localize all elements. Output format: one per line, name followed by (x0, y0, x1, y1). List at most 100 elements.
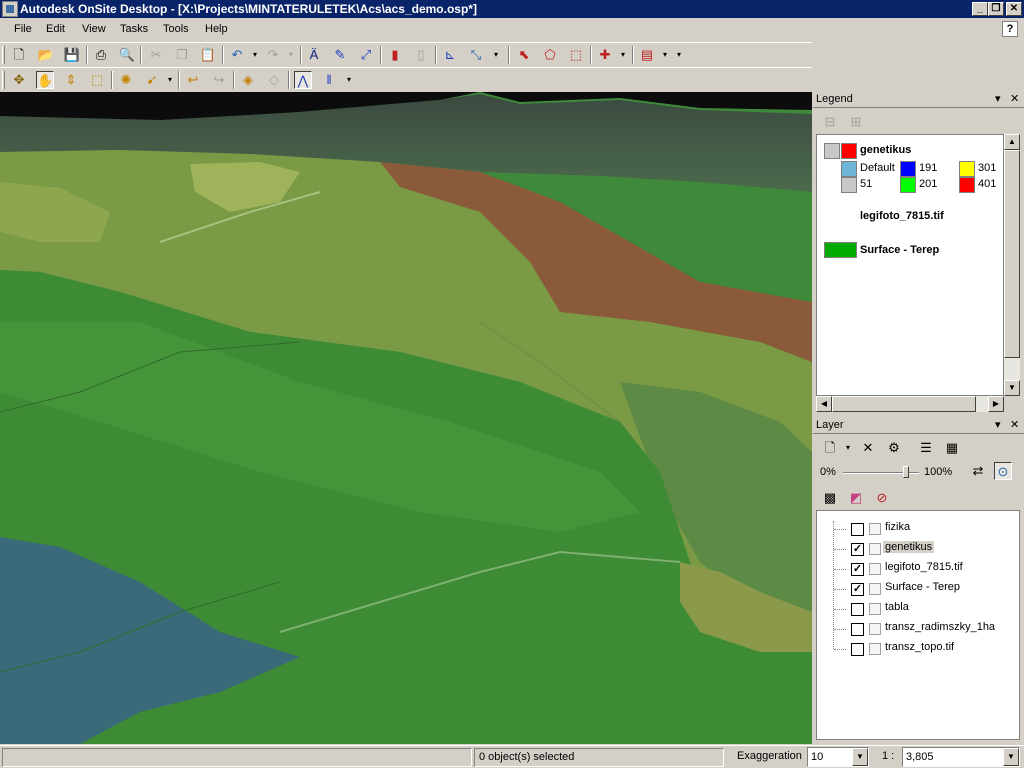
layer-visibility-checkbox[interactable]: ✓ (851, 563, 864, 576)
layer-visibility-checkbox[interactable] (851, 603, 864, 616)
scroll-thumb[interactable] (832, 396, 976, 412)
scroll-thumb[interactable] (1004, 150, 1020, 358)
measure-dropdown-icon[interactable]: ▾ (487, 46, 505, 64)
zoom-icon[interactable]: ⇕ (62, 71, 80, 89)
minimize-button[interactable]: _ (972, 2, 988, 16)
zoom-extents-icon[interactable]: ⤢ (357, 46, 375, 64)
toolbar-grip[interactable] (2, 71, 5, 89)
parallel-view-icon[interactable]: ‖ (320, 71, 338, 89)
redo-dropdown-icon[interactable]: ▾ (282, 46, 300, 64)
legend-expand-icon[interactable]: ⊞ (847, 113, 865, 131)
previous-view-icon[interactable]: ↩ (184, 71, 202, 89)
add-point-icon[interactable]: ✚ (596, 46, 614, 64)
print-preview-icon[interactable]: 🔍 (118, 46, 136, 64)
orbit-icon[interactable]: ✺ (117, 71, 135, 89)
print-icon[interactable]: ⎙ (92, 46, 110, 64)
layer-remove-theme-icon[interactable]: ⊘ (873, 489, 891, 507)
scroll-left-icon[interactable]: ◀ (816, 396, 832, 412)
chevron-down-icon[interactable]: ▼ (852, 748, 868, 766)
copy-icon[interactable]: ❐ (173, 46, 191, 64)
legend-dropdown-icon[interactable]: ▾ (995, 92, 1001, 107)
layer-visibility-checkbox[interactable] (851, 643, 864, 656)
save-icon[interactable]: 💾 (63, 46, 81, 64)
layer-order-icon[interactable]: ☰ (917, 439, 935, 457)
edit-pen-icon[interactable]: ✎ (331, 46, 349, 64)
map-3d-view[interactable] (0, 92, 812, 744)
perspective-view-icon[interactable]: ⋀ (294, 71, 312, 89)
layer-item-label[interactable]: fizika (883, 521, 912, 533)
layer-properties-icon[interactable]: ⚙ (885, 439, 903, 457)
menu-file[interactable]: File (14, 23, 32, 35)
menu-tools[interactable]: Tools (163, 23, 189, 35)
chart-icon[interactable]: ⊾ (441, 46, 459, 64)
camera-icon[interactable]: ◈ (239, 71, 257, 89)
layer-item-label[interactable]: transz_radimszky_1ha (883, 621, 997, 633)
select-clear-icon[interactable]: ⬚ (567, 46, 585, 64)
select-arrow-icon[interactable]: ⬉ (515, 46, 533, 64)
text-style-icon[interactable]: Ä (305, 46, 323, 64)
layer-sync-icon[interactable]: ⇄ (969, 462, 987, 480)
add-point-dropdown-icon[interactable]: ▾ (614, 46, 632, 64)
scroll-down-icon[interactable]: ▼ (1004, 380, 1020, 396)
menu-edit[interactable]: Edit (46, 23, 65, 35)
layer-style-icon[interactable]: ▩ (821, 489, 839, 507)
toolbar-overflow-icon[interactable]: ▾ (670, 46, 688, 64)
zoom-window-icon[interactable]: ⬚ (88, 71, 106, 89)
undo-dropdown-icon[interactable]: ▾ (246, 46, 264, 64)
transparency-slider-thumb[interactable] (903, 466, 909, 478)
maximize-button[interactable]: ❐ (988, 2, 1004, 16)
camera-settings-icon[interactable]: ◇ (265, 71, 283, 89)
terrain-render[interactable] (0, 92, 812, 744)
redo-icon[interactable]: ↷ (264, 46, 282, 64)
toolbar-overflow-icon[interactable]: ▾ (340, 71, 358, 89)
layer-item-label[interactable]: transz_topo.tif (883, 641, 956, 653)
menu-view[interactable]: View (82, 23, 106, 35)
new-file-icon[interactable]: 🗋 (10, 46, 28, 64)
next-view-icon[interactable]: ↪ (210, 71, 228, 89)
menu-help[interactable]: Help (205, 23, 228, 35)
app-icon[interactable] (2, 1, 18, 17)
legend-horizontal-scrollbar[interactable]: ◀ ▶ (816, 396, 1004, 412)
scroll-right-icon[interactable]: ▶ (988, 396, 1004, 412)
layer-visibility-checkbox[interactable]: ✓ (851, 583, 864, 596)
close-button[interactable]: ✕ (1006, 2, 1022, 16)
measure-icon[interactable]: ⤡ (467, 46, 485, 64)
panel-icon[interactable]: ▯ (412, 46, 430, 64)
toolbar-grip[interactable] (2, 46, 5, 64)
layer-visibility-checkbox[interactable] (851, 523, 864, 536)
layer-table-icon[interactable]: ▦ (943, 439, 961, 457)
context-help-icon[interactable]: ? (1002, 21, 1018, 37)
new-layer-dropdown-icon[interactable]: ▾ (839, 439, 857, 457)
layer-link-icon[interactable]: ⊙ (994, 462, 1012, 480)
layer-item-label[interactable]: genetikus (883, 541, 935, 553)
layer-item-label[interactable]: tabla (883, 601, 911, 613)
layer-visibility-checkbox[interactable]: ✓ (851, 543, 864, 556)
layer-dropdown-icon[interactable]: ▾ (995, 418, 1001, 433)
fly-icon[interactable]: ➹ (143, 71, 161, 89)
layer-item-label[interactable]: Surface - Terep (883, 581, 962, 593)
menu-tasks[interactable]: Tasks (120, 23, 148, 35)
navigate-3d-icon[interactable]: ✥ (10, 71, 28, 89)
delete-layer-icon[interactable]: ✕ (859, 439, 877, 457)
exaggeration-select[interactable]: 10 ▼ (807, 747, 869, 767)
new-layer-icon[interactable]: 🗋 (821, 439, 839, 457)
open-folder-icon[interactable]: 📂 (37, 46, 55, 64)
cut-icon[interactable]: ✂ (147, 46, 165, 64)
report-icon[interactable]: ▤ (638, 46, 656, 64)
layer-item-label[interactable]: legifoto_7815.tif (883, 561, 965, 573)
database-icon[interactable]: ▮ (386, 46, 404, 64)
paste-icon[interactable]: 📋 (199, 46, 217, 64)
chevron-down-icon[interactable]: ▼ (1003, 748, 1019, 766)
layer-close-icon[interactable]: ✕ (1010, 418, 1019, 433)
layer-visibility-checkbox[interactable] (851, 623, 864, 636)
legend-collapse-icon[interactable]: ⊟ (821, 113, 839, 131)
scale-select[interactable]: 3,805 ▼ (902, 747, 1020, 767)
pan-hand-icon[interactable]: ✋ (36, 71, 54, 89)
legend-vertical-scrollbar[interactable]: ▲ ▼ (1004, 134, 1020, 396)
layer-theme-icon[interactable]: ◩ (847, 489, 865, 507)
scroll-up-icon[interactable]: ▲ (1004, 134, 1020, 150)
undo-icon[interactable]: ↶ (228, 46, 246, 64)
fly-dropdown-icon[interactable]: ▾ (161, 71, 179, 89)
select-polygon-icon[interactable]: ⬠ (541, 46, 559, 64)
legend-close-icon[interactable]: ✕ (1010, 92, 1019, 107)
